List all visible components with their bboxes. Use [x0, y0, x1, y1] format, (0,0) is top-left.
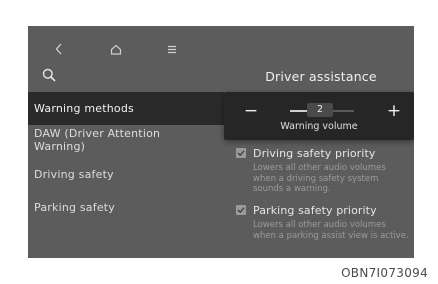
figure-code: OBN7I073094 [341, 266, 428, 280]
volume-label: Warning volume [280, 121, 358, 132]
sidebar-item-parking-safety[interactable]: Parking safety [28, 201, 224, 214]
checkbox[interactable] [236, 148, 246, 158]
sidebar-item-label: DAW (Driver Attention Warning) [34, 127, 161, 153]
menu-icon[interactable] [161, 38, 183, 60]
option-driving-safety-priority[interactable]: Driving safety priority Lowers all other… [236, 146, 411, 195]
option-row: Driving safety priority [236, 146, 411, 160]
volume-increase-button[interactable]: + [383, 100, 405, 122]
volume-decrease-button[interactable]: − [240, 100, 262, 122]
page-title: Driver assistance [265, 69, 377, 84]
warning-volume-popup: − 2 + Warning volume [224, 92, 414, 140]
back-icon[interactable] [48, 38, 70, 60]
sidebar-item-daw[interactable]: DAW (Driver Attention Warning) [28, 127, 208, 153]
sidebar-item-warning-methods[interactable]: Warning methods [28, 92, 224, 125]
option-title: Parking safety priority [253, 203, 377, 217]
sidebar-item-label: Driving safety [34, 168, 114, 181]
checkbox[interactable] [236, 205, 246, 215]
search-icon[interactable] [42, 67, 64, 89]
option-row: Parking safety priority [236, 203, 411, 217]
option-parking-safety-priority[interactable]: Parking safety priority Lowers all other… [236, 203, 411, 241]
option-description: Lowers all other audio volumes when a pa… [253, 220, 409, 241]
option-title: Driving safety priority [253, 146, 376, 160]
display-screen: Driver assistance Warning methods DAW (D… [28, 26, 414, 258]
top-nav [28, 38, 414, 60]
option-description: Lowers all other audio volumes when a dr… [253, 163, 386, 194]
sidebar-item-label: Parking safety [34, 201, 116, 214]
sidebar-item-driving-safety[interactable]: Driving safety [28, 168, 224, 181]
sidebar-item-label: Warning methods [34, 102, 134, 115]
home-icon[interactable] [105, 38, 127, 60]
volume-value: 2 [307, 103, 333, 117]
